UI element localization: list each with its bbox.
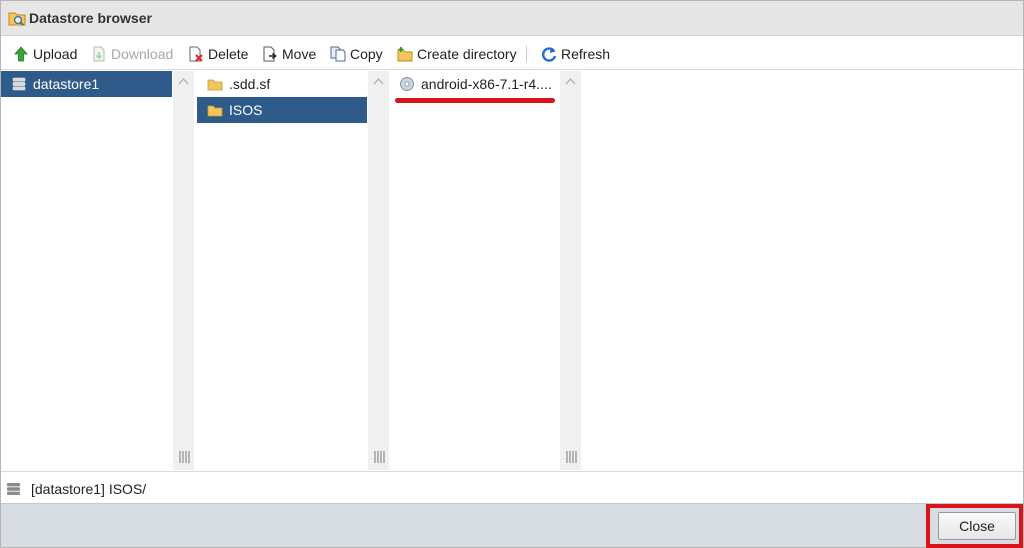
- copy-button[interactable]: Copy: [330, 45, 383, 63]
- copy-icon: [330, 46, 346, 62]
- refresh-icon: [542, 47, 557, 62]
- title-bar: Datastore browser: [1, 1, 1023, 36]
- move-file-icon: [263, 46, 277, 62]
- column-3-scrollbar[interactable]: [560, 71, 581, 470]
- new-folder-icon: [397, 47, 413, 62]
- datastore-label: datastore1: [33, 76, 100, 92]
- chevron-up-icon: [178, 77, 189, 85]
- datastore-browser-icon: [8, 12, 26, 26]
- datastore-icon: [7, 483, 20, 495]
- delete-button[interactable]: Delete: [188, 45, 248, 63]
- download-label: Download: [111, 46, 174, 62]
- column-2-scrollbar[interactable]: [368, 71, 389, 470]
- resize-grip-icon[interactable]: [178, 450, 190, 464]
- resize-grip-icon[interactable]: [373, 450, 385, 464]
- delete-label: Delete: [208, 46, 249, 62]
- create-directory-button[interactable]: Create directory: [397, 45, 517, 63]
- download-button[interactable]: Download: [91, 45, 173, 63]
- delete-file-icon: [189, 46, 203, 62]
- toolbar: Upload Download Delete Move Copy Create …: [1, 37, 1023, 70]
- resize-grip-icon[interactable]: [565, 450, 577, 464]
- chevron-up-icon: [565, 77, 576, 85]
- datastore-browser-window: Datastore browser Upload Download Delete: [0, 0, 1024, 548]
- current-path: [datastore1] ISOS/: [31, 481, 147, 497]
- status-bar: [datastore1] ISOS/: [1, 471, 1023, 503]
- move-label: Move: [282, 46, 317, 62]
- red-underline-annotation: [395, 98, 555, 103]
- download-icon: [93, 46, 105, 62]
- toolbar-separator: [526, 46, 527, 62]
- upload-arrow-icon: [14, 46, 28, 62]
- close-button[interactable]: Close: [938, 512, 1016, 540]
- chevron-up-icon: [373, 77, 384, 85]
- file-label: android-x86-7.1-r4....: [421, 76, 552, 92]
- move-button[interactable]: Move: [262, 45, 316, 63]
- refresh-label: Refresh: [561, 46, 611, 62]
- disc-image-icon: [400, 77, 414, 91]
- list-item-sdd-sf[interactable]: .sdd.sf: [197, 71, 367, 97]
- copy-label: Copy: [350, 46, 383, 62]
- datastore-icon: [12, 77, 26, 91]
- datastore-list: datastore1: [1, 71, 173, 470]
- list-item-android-iso[interactable]: android-x86-7.1-r4....: [389, 71, 560, 97]
- refresh-button[interactable]: Refresh: [541, 45, 610, 63]
- empty-detail-pane: [581, 71, 1023, 470]
- dialog-footer: Close: [1, 503, 1023, 548]
- upload-button[interactable]: Upload: [13, 45, 77, 63]
- column-1-scrollbar[interactable]: [173, 71, 194, 470]
- folder-icon: [207, 79, 223, 91]
- upload-label: Upload: [33, 46, 78, 62]
- folder-label: ISOS: [229, 102, 263, 118]
- window-title: Datastore browser: [29, 10, 152, 26]
- file-list: android-x86-7.1-r4....: [389, 71, 560, 470]
- list-item-datastore1[interactable]: datastore1: [1, 71, 172, 97]
- create-directory-label: Create directory: [417, 46, 517, 62]
- folder-list: .sdd.sf ISOS: [194, 71, 368, 470]
- folder-icon: [207, 105, 223, 117]
- folder-label: .sdd.sf: [229, 76, 271, 92]
- list-item-isos[interactable]: ISOS: [197, 97, 367, 123]
